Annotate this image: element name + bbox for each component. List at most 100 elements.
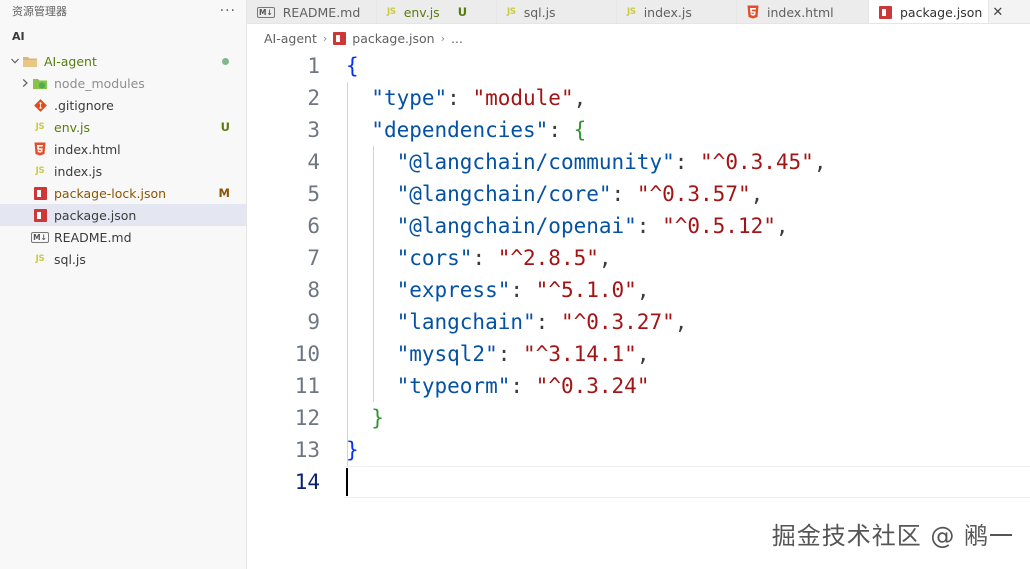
git-status-badge: M <box>218 186 230 200</box>
code-token: "@langchain/community" <box>396 150 675 174</box>
code-content: "@langchain/core": "^0.3.57", <box>346 182 764 206</box>
folder-ai-agent[interactable]: AI-agent <box>0 50 246 72</box>
code-token: : <box>510 278 536 302</box>
file-tree-item[interactable]: JS sql.js <box>0 248 246 270</box>
file-tree-label: .gitignore <box>54 97 114 113</box>
code-token: "cors" <box>396 246 473 270</box>
editor-tab[interactable]: M↓ README.md <box>247 0 377 23</box>
tab-label: index.html <box>767 4 834 20</box>
line-number: 1 <box>307 54 320 78</box>
code-line[interactable]: 14 <box>247 466 1030 498</box>
code-line[interactable]: 5 "@langchain/core": "^0.3.57", <box>247 178 1030 210</box>
code-content: "cors": "^2.8.5", <box>346 246 612 270</box>
file-tree-item[interactable]: M↓ README.md <box>0 226 246 248</box>
file-tree-item[interactable]: index.html <box>0 138 246 160</box>
code-line[interactable]: 13} <box>247 434 1030 466</box>
code-token: : <box>447 86 473 110</box>
code-content: "@langchain/community": "^0.3.45", <box>346 150 827 174</box>
code-token: , <box>674 310 688 334</box>
code-token: "typeorm" <box>396 374 511 398</box>
breadcrumb-file[interactable]: package.json <box>352 31 434 46</box>
code-line[interactable]: 10 "mysql2": "^3.14.1", <box>247 338 1030 370</box>
code-line[interactable]: 11 "typeorm": "^0.3.24" <box>247 370 1030 402</box>
close-icon[interactable]: ✕ <box>992 5 1003 20</box>
code-token: : <box>510 374 536 398</box>
html-file-icon <box>747 5 759 19</box>
line-number: 12 <box>294 406 320 430</box>
code-token: "@langchain/openai" <box>396 214 637 238</box>
file-tree-item[interactable]: package.json <box>0 204 246 226</box>
file-tree-label: env.js <box>54 119 90 135</box>
code-token: : <box>611 182 637 206</box>
code-line[interactable]: 7 "cors": "^2.8.5", <box>247 242 1030 274</box>
workspace-root-label: AI <box>12 29 25 43</box>
chevron-down-icon <box>8 56 22 66</box>
line-number: 7 <box>307 246 320 270</box>
current-line-highlight <box>345 466 1030 498</box>
code-token: : <box>535 310 561 334</box>
code-token: "^5.1.0" <box>535 278 637 302</box>
file-tree-item[interactable]: JS index.js <box>0 160 246 182</box>
code-token: , <box>636 278 650 302</box>
line-number: 8 <box>307 278 320 302</box>
code-token: "^0.3.57" <box>636 182 751 206</box>
breadcrumb-folder[interactable]: AI-agent <box>264 31 317 46</box>
workspace-root[interactable]: AI <box>0 22 246 50</box>
code-token: "mysql2" <box>396 342 498 366</box>
git-status-badge: U <box>457 5 468 19</box>
watermark: 掘金技术社区 @ 鹇一 <box>771 522 1014 550</box>
code-line[interactable]: 1{ <box>247 50 1030 82</box>
code-editor[interactable]: 1{2 "type": "module", 3 "dependencies": {… <box>247 50 1030 569</box>
markdown-file-icon: M↓ <box>257 6 275 18</box>
code-token: , <box>573 86 587 110</box>
code-line[interactable]: 9 "langchain": "^0.3.27", <box>247 306 1030 338</box>
code-line[interactable]: 2 "type": "module", <box>247 82 1030 114</box>
javascript-file-icon: JS <box>35 166 45 176</box>
code-content: "dependencies": { <box>346 118 586 142</box>
code-token: { <box>346 54 359 78</box>
editor-tab[interactable]: JS index.js <box>617 0 737 23</box>
chevron-right-icon: › <box>440 31 445 45</box>
file-tree-label: sql.js <box>54 251 86 267</box>
code-token: "^0.3.24" <box>535 374 650 398</box>
code-token: , <box>775 214 789 238</box>
code-line[interactable]: 8 "express": "^5.1.0", <box>247 274 1030 306</box>
breadcrumb-tail[interactable]: ... <box>451 31 463 46</box>
code-token: : <box>636 214 663 238</box>
file-tree-item[interactable]: package-lock.json M <box>0 182 246 204</box>
code-content: "express": "^5.1.0", <box>346 278 650 302</box>
breadcrumb: AI-agent › package.json › ... <box>247 26 1030 50</box>
code-token: "^3.14.1" <box>523 342 637 366</box>
file-tree-item[interactable]: JS env.js U <box>0 116 246 138</box>
editor-tab[interactable]: JS sql.js <box>497 0 617 23</box>
text-cursor <box>346 468 348 496</box>
editor-tab[interactable]: JS env.js U <box>377 0 497 23</box>
more-actions-icon[interactable]: ··· <box>220 3 236 19</box>
code-line[interactable]: 6 "@langchain/openai": "^0.5.12", <box>247 210 1030 242</box>
editor-tab[interactable]: index.html <box>737 0 869 23</box>
code-token: "^0.5.12" <box>662 214 776 238</box>
file-tree-label: package.json <box>54 207 137 223</box>
code-line[interactable]: 3 "dependencies": { <box>247 114 1030 146</box>
file-tree-item[interactable]: node_modules <box>0 72 246 94</box>
editor-tab[interactable]: package.json ✕ <box>869 0 1003 23</box>
file-tree-label: index.html <box>54 141 121 157</box>
code-line[interactable]: 4 "@langchain/community": "^0.3.45", <box>247 146 1030 178</box>
code-line[interactable]: 12 } <box>247 402 1030 434</box>
line-number: 4 <box>307 150 320 174</box>
file-tree-item[interactable]: .gitignore <box>0 94 246 116</box>
line-number: 11 <box>294 374 320 398</box>
markdown-file-icon: M↓ <box>31 231 49 243</box>
editor-tabbar: M↓ README.md JS env.js U JS sql.js JS index.js in… <box>247 0 1030 24</box>
explorer-sidebar: 资源管理器 ··· AI AI-agent node_modules .gitig… <box>0 0 247 569</box>
code-token: { <box>573 118 587 142</box>
npm-file-icon <box>32 207 48 223</box>
